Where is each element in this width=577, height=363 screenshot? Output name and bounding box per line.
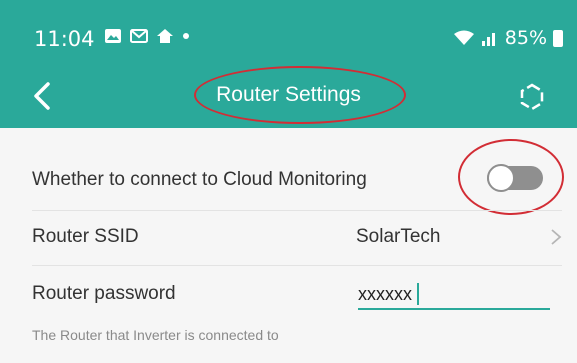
signal-icon: [481, 33, 495, 46]
router-password-label: Router password: [32, 283, 176, 304]
notification-icons: [104, 28, 190, 44]
router-password-input[interactable]: [358, 280, 550, 310]
chevron-right-icon: [551, 229, 562, 245]
router-ssid-value: SolarTech: [356, 226, 441, 247]
router-ssid-label: Router SSID: [32, 226, 139, 247]
status-bar: 11:04 85%: [0, 0, 577, 66]
hint-text: The Router that Inverter is connected to: [32, 327, 279, 343]
battery-percent: 85%: [504, 27, 547, 49]
cloud-monitoring-label: Whether to connect to Cloud Monitoring: [32, 169, 367, 190]
gallery-icon: [105, 29, 121, 43]
battery-icon: [553, 29, 563, 47]
home-icon: [157, 29, 173, 43]
app-bar: Router Settings: [0, 66, 577, 128]
text-caret: [417, 283, 419, 305]
router-ssid-row[interactable]: Router SSID SolarTech: [0, 210, 577, 265]
settings-content: Whether to connect to Cloud Monitoring R…: [0, 128, 577, 363]
title-annotation-ellipse: [194, 66, 406, 124]
system-status: 85%: [453, 27, 563, 49]
hexagon-settings-icon[interactable]: [517, 82, 547, 112]
dot-icon: [183, 33, 189, 39]
wifi-icon: [453, 30, 474, 45]
status-time: 11:04: [34, 27, 95, 51]
mail-icon: [130, 29, 148, 43]
toggle-annotation-ellipse: [458, 139, 564, 215]
